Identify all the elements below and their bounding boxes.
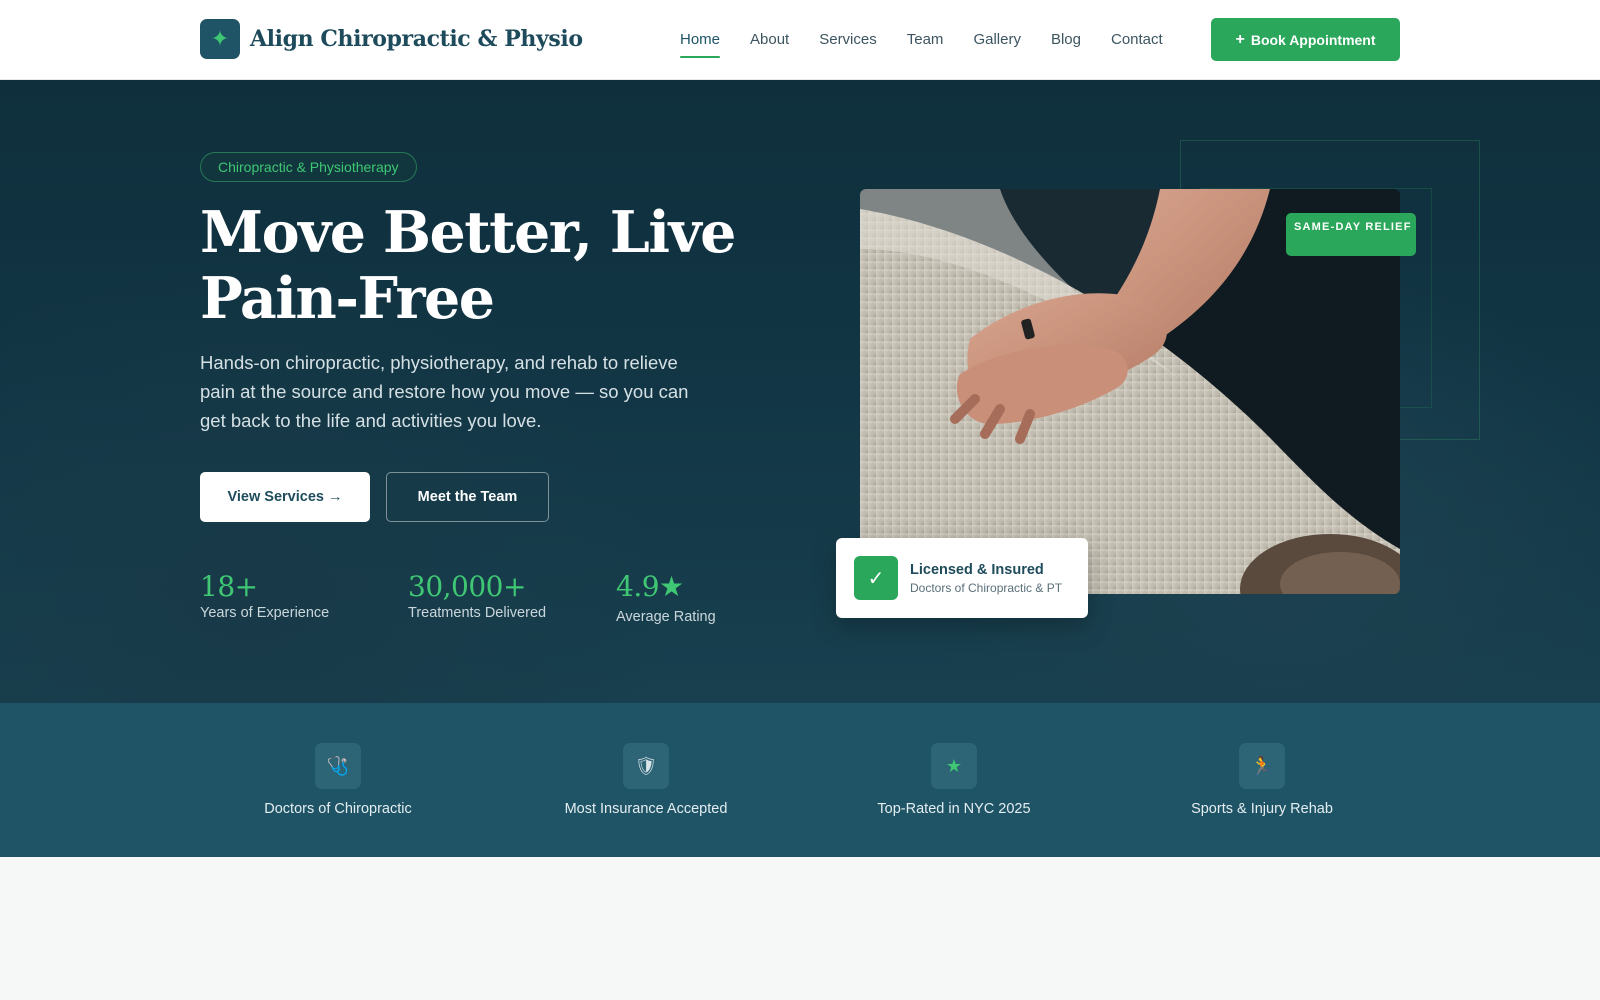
- brand-name: Align Chiropractic & Physio: [250, 26, 583, 52]
- stat-value: 30,000+: [408, 570, 526, 603]
- hero-section: Chiropractic & Physiotherapy Move Better…: [0, 80, 1600, 703]
- book-appointment-label: Book Appointment: [1250, 31, 1376, 48]
- hero-tag: Chiropractic & Physiotherapy: [200, 152, 417, 182]
- feature-label: Doctors of Chiropractic: [264, 801, 412, 817]
- book-appointment-button[interactable]: + Book Appointment: [1211, 18, 1400, 61]
- brand-logo[interactable]: ✦ Align Chiropractic & Physio: [200, 19, 583, 59]
- credential-title: Licensed & Insured: [910, 562, 1044, 578]
- star-icon: ★: [931, 743, 977, 789]
- nav-link-gallery[interactable]: Gallery: [973, 20, 1021, 60]
- feature-top-rated: ★ Top-Rated in NYC 2025: [824, 743, 1084, 817]
- view-services-button[interactable]: View Services →: [200, 472, 370, 522]
- stat-treatments: 30,000+ Treatments Delivered: [408, 570, 546, 621]
- logo-sparkle-icon: ✦: [200, 19, 240, 59]
- feature-doctors: 🩺 Doctors of Chiropractic: [208, 743, 468, 817]
- nav-link-home[interactable]: Home: [680, 20, 721, 60]
- stat-label: Average Rating: [616, 609, 716, 625]
- stethoscope-icon: 🩺: [315, 743, 361, 789]
- shield-icon: 🛡: [623, 743, 669, 789]
- nav-link-services[interactable]: Services: [819, 20, 877, 60]
- meet-the-team-button[interactable]: Meet the Team: [386, 472, 549, 522]
- feature-label: Top-Rated in NYC 2025: [877, 801, 1031, 817]
- main-nav: Home About Services Team Gallery Blog Co…: [680, 0, 1193, 80]
- stat-value: 18+: [200, 570, 258, 603]
- stat-rating: 4.9★ Average Rating: [616, 570, 716, 625]
- stat-experience: 18+ Years of Experience: [200, 570, 329, 621]
- stat-label: Treatments Delivered: [408, 605, 547, 621]
- feature-sports-rehab: 🏃 Sports & Injury Rehab: [1132, 743, 1392, 817]
- nav-link-about[interactable]: About: [750, 20, 789, 60]
- runner-icon: 🏃: [1239, 743, 1285, 789]
- stat-value: 4.9★: [616, 570, 684, 603]
- check-icon: ✓: [854, 556, 898, 600]
- features-strip: 🩺 Doctors of Chiropractic 🛡 Most Insuran…: [0, 703, 1600, 857]
- licensed-insured-card: ✓ Licensed & Insured Doctors of Chiropra…: [836, 538, 1088, 618]
- nav-link-contact[interactable]: Contact: [1111, 20, 1163, 60]
- plus-icon: +: [1235, 30, 1245, 48]
- feature-label: Most Insurance Accepted: [564, 801, 728, 817]
- feature-label: Sports & Injury Rehab: [1191, 801, 1333, 817]
- stat-label: Years of Experience: [200, 605, 330, 621]
- nav-link-team[interactable]: Team: [907, 20, 944, 60]
- feature-insurance: 🛡 Most Insurance Accepted: [516, 743, 776, 817]
- top-navbar: ✦ Align Chiropractic & Physio Home About…: [0, 0, 1600, 80]
- nav-link-blog[interactable]: Blog: [1051, 20, 1081, 60]
- hero-subtitle: Hands-on chiropractic, physiotherapy, an…: [200, 352, 689, 431]
- hero-title: Move Better, Live Pain-Free: [200, 199, 736, 332]
- same-day-relief-badge: SAME-DAY RELIEF: [1286, 213, 1416, 256]
- credential-subtitle: Doctors of Chiropractic & PT: [910, 581, 1063, 595]
